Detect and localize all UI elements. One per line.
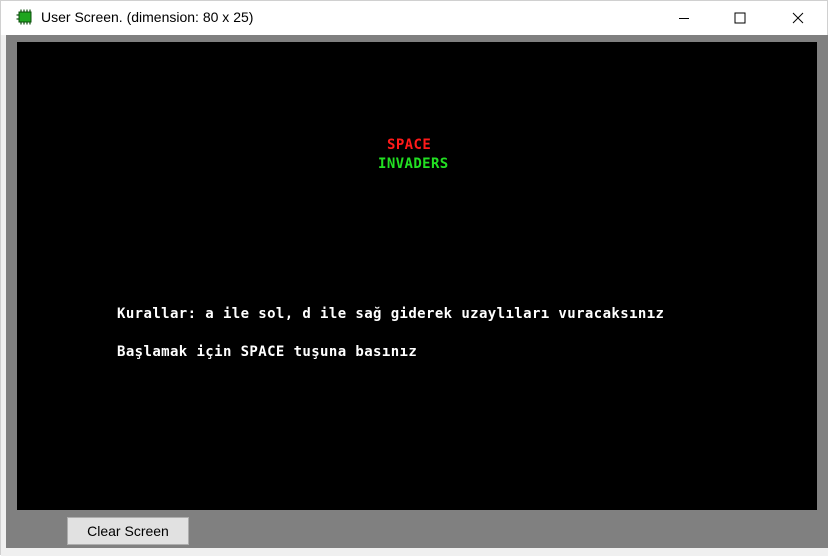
window-title: User Screen. (dimension: 80 x 25)	[41, 9, 254, 25]
game-title-invaders: INVADERS	[378, 156, 449, 172]
user-screen-window: User Screen. (dimension: 80 x 25) SPACE …	[0, 0, 828, 556]
clear-screen-button[interactable]: Clear Screen	[67, 517, 189, 545]
game-title-space: SPACE	[387, 137, 432, 153]
minimize-icon	[679, 18, 689, 19]
maximize-button[interactable]	[717, 1, 763, 35]
minimize-button[interactable]	[661, 1, 707, 35]
rules-text: Kurallar: a ile sol, d ile sağ giderek u…	[117, 306, 665, 322]
close-icon	[792, 12, 804, 24]
title-bar[interactable]: User Screen. (dimension: 80 x 25)	[1, 1, 827, 35]
start-instructions: Başlamak için SPACE tuşuna basınız	[117, 344, 418, 360]
maximize-icon	[734, 12, 746, 24]
console-screen[interactable]: SPACE INVADERS Kurallar: a ile sol, d il…	[17, 42, 817, 510]
chip-icon	[16, 9, 32, 25]
close-button[interactable]	[775, 1, 821, 35]
